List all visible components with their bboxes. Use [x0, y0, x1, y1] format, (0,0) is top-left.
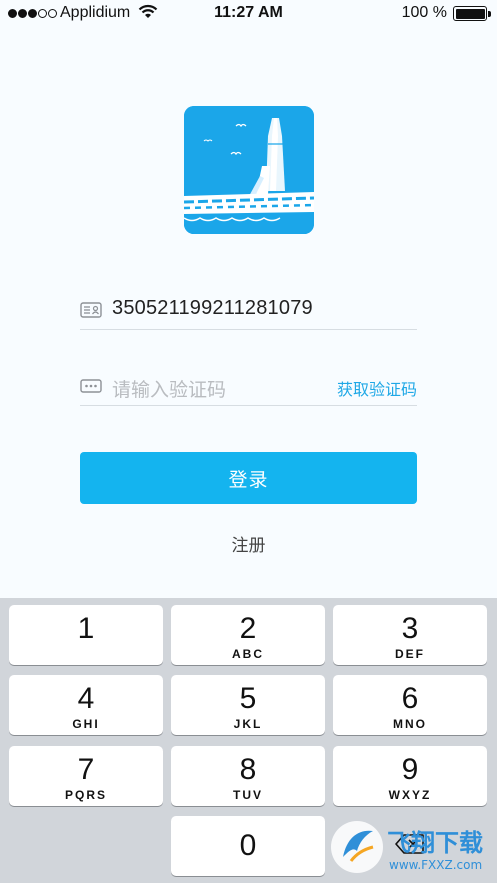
key-digit: 0	[239, 829, 257, 862]
id-number-field[interactable]: 350521199211281079	[80, 290, 417, 330]
key-digit: 8	[239, 753, 257, 786]
key-1[interactable]: 1	[9, 605, 163, 665]
password-dots-icon	[80, 378, 102, 394]
key-6[interactable]: 6 MNO	[333, 675, 487, 735]
key-0[interactable]: 0	[171, 816, 325, 876]
key-7[interactable]: 7 PQRS	[9, 746, 163, 806]
key-letters: DEF	[395, 647, 425, 661]
backspace-icon	[395, 833, 425, 860]
id-card-icon	[80, 302, 102, 318]
login-button[interactable]: 登录	[80, 452, 417, 504]
key-5[interactable]: 5 JKL	[171, 675, 325, 735]
app-logo	[184, 106, 314, 234]
verification-code-field[interactable]: 请输入验证码 获取验证码	[80, 366, 417, 406]
key-digit: 4	[77, 682, 95, 715]
register-link[interactable]: 注册	[0, 531, 497, 556]
key-letters: MNO	[393, 717, 427, 731]
status-bar: Applidium 11:27 AM 100 %	[0, 0, 497, 26]
key-letters: WXYZ	[388, 788, 432, 802]
key-letters: PQRS	[64, 788, 107, 802]
battery-percent: 100 %	[401, 4, 447, 21]
key-digit: 2	[239, 612, 257, 645]
battery-icon	[453, 6, 491, 21]
code-placeholder: 请输入验证码	[112, 380, 227, 401]
key-digit: 3	[401, 612, 419, 645]
key-digit: 7	[77, 753, 95, 786]
get-code-button[interactable]: 获取验证码	[337, 376, 417, 400]
key-letters: TUV	[233, 788, 263, 802]
id-number-value: 350521199211281079	[112, 297, 313, 319]
numeric-keypad: 1 2 ABC 3 DEF 4 GHI 5 JKL 6 MNO 7 PQRS 8 TUV 9 W…	[0, 598, 497, 883]
delete-key[interactable]	[333, 816, 487, 876]
key-3[interactable]: 3 DEF	[333, 605, 487, 665]
key-letters: GHI	[72, 717, 100, 731]
key-letters: ABC	[232, 647, 264, 661]
key-2[interactable]: 2 ABC	[171, 605, 325, 665]
key-letters: JKL	[233, 717, 263, 731]
key-digit: 5	[239, 682, 257, 715]
key-4[interactable]: 4 GHI	[9, 675, 163, 735]
key-digit: 9	[401, 753, 419, 786]
key-8[interactable]: 8 TUV	[171, 746, 325, 806]
key-9[interactable]: 9 WXYZ	[333, 746, 487, 806]
key-digit: 6	[401, 682, 419, 715]
key-digit: 1	[77, 612, 95, 645]
